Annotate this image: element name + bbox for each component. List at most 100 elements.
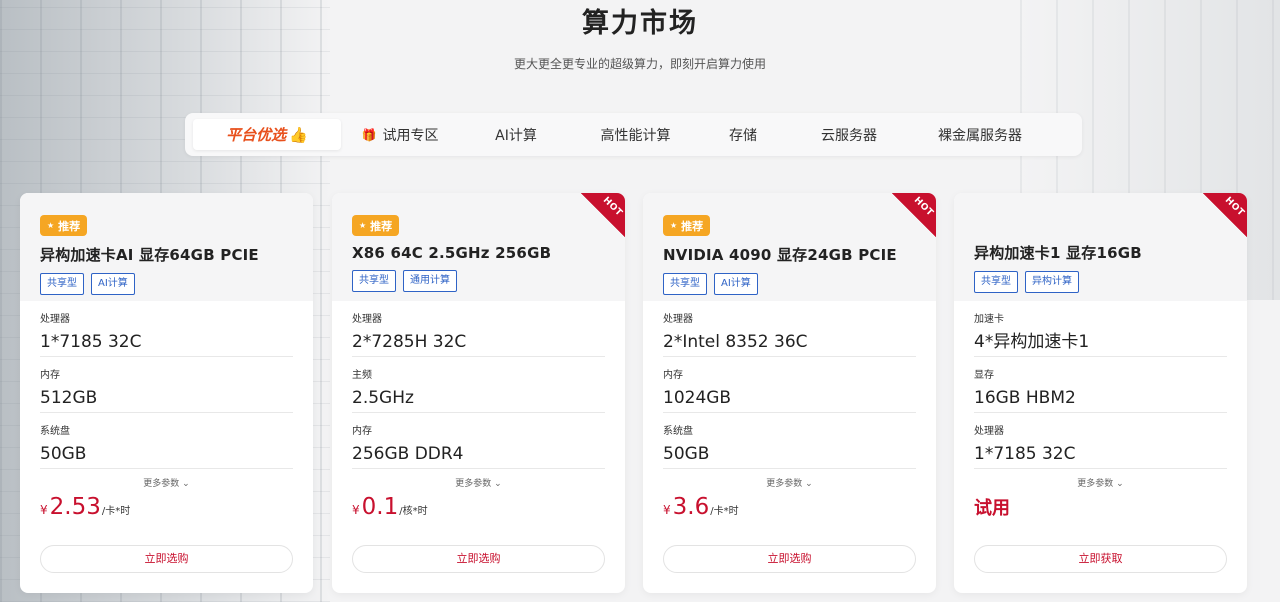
spec-row: 显存 16GB HBM2 — [974, 357, 1227, 413]
product-card: HOT 异构加速卡1 显存16GB 共享型 异构计算 加速卡 4*异构加速卡1 … — [954, 193, 1247, 593]
tab-label: 裸金属服务器 — [938, 127, 1022, 144]
tab-trial-zone[interactable]: 🎁 试用专区 — [341, 119, 459, 150]
get-now-button[interactable]: 立即获取 — [974, 545, 1227, 573]
tab-label: AI计算 — [495, 127, 537, 144]
spec-value: 512GB — [40, 388, 98, 408]
buy-now-button[interactable]: 立即选购 — [663, 545, 916, 573]
recommend-badge: ★ 推荐 — [40, 215, 88, 236]
price: ¥ 2.53 /卡*时 — [20, 494, 313, 530]
spec-label: 主频 — [352, 370, 372, 381]
tab-label: 存储 — [729, 127, 757, 144]
chevron-down-icon: ⌄ — [494, 479, 502, 489]
star-icon: ★ — [359, 221, 367, 230]
badge-label: 推荐 — [681, 219, 704, 233]
spec-label: 加速卡 — [974, 314, 1004, 325]
spec-label: 处理器 — [352, 314, 382, 325]
tab-bare-metal[interactable]: 裸金属服务器 — [910, 119, 1050, 150]
tab-label: 高性能计算 — [600, 127, 671, 144]
spec-label: 内存 — [663, 370, 683, 381]
spec-row: 处理器 2*Intel 8352 36C — [663, 301, 916, 357]
tag: 通用计算 — [403, 270, 457, 292]
spec-row: 处理器 1*7185 32C — [974, 413, 1227, 469]
more-label: 更多参数 — [143, 479, 180, 489]
price: 试用 — [954, 494, 1247, 530]
product-name: X86 64C 2.5GHz 256GB — [352, 244, 552, 262]
spec-label: 显存 — [974, 370, 994, 381]
hot-label: HOT — [600, 195, 625, 219]
chevron-down-icon: ⌄ — [182, 479, 190, 489]
page-subtitle: 更大更全更专业的超级算力，即刻开启算力使用 — [513, 57, 766, 71]
tab-cloud-server[interactable]: 云服务器 — [788, 119, 910, 150]
spec-row: 内存 1024GB — [663, 357, 916, 413]
product-card: HOT ★ 推荐 X86 64C 2.5GHz 256GB 共享型 通用计算 处理… — [332, 193, 625, 593]
spec-value: 256GB DDR4 — [352, 444, 464, 464]
price: ¥ 3.6 /卡*时 — [643, 494, 936, 530]
hot-ribbon: HOT — [892, 193, 936, 237]
spec-row: 主频 2.5GHz — [352, 357, 605, 413]
spec-label: 处理器 — [974, 426, 1004, 437]
tab-platform-picks[interactable]: 平台优选 👍 — [193, 119, 341, 150]
price-unit: /卡*时 — [710, 506, 739, 517]
spec-label: 处理器 — [40, 314, 70, 325]
more-params-toggle[interactable]: 更多参数 ⌄ — [643, 476, 936, 489]
hot-ribbon: HOT — [581, 193, 625, 237]
spec-row: 处理器 2*7285H 32C — [352, 301, 605, 357]
more-params-toggle[interactable]: 更多参数 ⌄ — [332, 476, 625, 489]
spec-list: 处理器 2*7285H 32C 主频 2.5GHz 内存 256GB DDR4 — [332, 301, 625, 469]
currency-symbol: ¥ — [352, 503, 360, 517]
spec-value: 50GB — [663, 444, 710, 464]
more-params-toggle[interactable]: 更多参数 ⌄ — [954, 476, 1247, 489]
spec-value: 2*7285H 32C — [352, 332, 467, 352]
tag: 共享型 — [974, 271, 1018, 293]
spec-row: 系统盘 50GB — [663, 413, 916, 469]
card-header: ★ 推荐 异构加速卡AI 显存64GB PCIE 共享型 AI计算 — [20, 193, 313, 301]
tag: 共享型 — [40, 273, 84, 295]
tab-hpc[interactable]: 高性能计算 — [573, 119, 698, 150]
tag: AI计算 — [91, 273, 135, 295]
spec-row: 处理器 1*7185 32C — [40, 301, 293, 357]
currency-symbol: ¥ — [663, 503, 671, 517]
page-title: 算力市场 — [582, 8, 698, 39]
chevron-down-icon: ⌄ — [1116, 479, 1124, 489]
tag-list: 共享型 通用计算 — [352, 270, 605, 292]
star-icon: ★ — [670, 221, 678, 230]
price-unit: /核*时 — [399, 506, 428, 517]
tag: 共享型 — [663, 273, 707, 295]
tag-list: 共享型 AI计算 — [663, 273, 916, 295]
spec-value: 50GB — [40, 444, 87, 464]
tab-storage[interactable]: 存储 — [698, 119, 788, 150]
trial-label: 试用 — [974, 498, 1010, 519]
star-icon: ★ — [47, 221, 55, 230]
buy-now-button[interactable]: 立即选购 — [352, 545, 605, 573]
tab-ai-compute[interactable]: AI计算 — [459, 119, 573, 150]
product-name: 异构加速卡AI 显存64GB PCIE — [40, 246, 259, 264]
recommend-badge: ★ 推荐 — [663, 215, 711, 236]
chevron-down-icon: ⌄ — [805, 479, 813, 489]
gift-icon: 🎁 — [361, 127, 377, 142]
card-header: HOT ★ 推荐 NVIDIA 4090 显存24GB PCIE 共享型 AI计算 — [643, 193, 936, 301]
product-name: NVIDIA 4090 显存24GB PCIE — [663, 246, 897, 264]
tag: 共享型 — [352, 270, 396, 292]
spec-list: 处理器 2*Intel 8352 36C 内存 1024GB 系统盘 50GB — [643, 301, 936, 469]
product-name: 异构加速卡1 显存16GB — [974, 244, 1142, 262]
price-value: 0.1 — [361, 494, 399, 520]
tag-list: 共享型 异构计算 — [974, 271, 1227, 293]
currency-symbol: ¥ — [40, 503, 48, 517]
price-value: 2.53 — [49, 494, 101, 520]
more-label: 更多参数 — [455, 479, 492, 489]
more-label: 更多参数 — [1077, 479, 1114, 489]
spec-row: 加速卡 4*异构加速卡1 — [974, 301, 1227, 357]
tag: 异构计算 — [1025, 271, 1079, 293]
tab-label: 平台优选 — [226, 126, 287, 144]
recommend-badge: ★ 推荐 — [352, 215, 400, 236]
hot-label: HOT — [1222, 195, 1247, 219]
tag-list: 共享型 AI计算 — [40, 273, 293, 295]
card-header: HOT 异构加速卡1 显存16GB 共享型 异构计算 — [954, 193, 1247, 301]
more-params-toggle[interactable]: 更多参数 ⌄ — [20, 476, 313, 489]
buy-now-button[interactable]: 立即选购 — [40, 545, 293, 573]
spec-list: 加速卡 4*异构加速卡1 显存 16GB HBM2 处理器 1*7185 32C — [954, 301, 1247, 469]
badge-label: 推荐 — [370, 219, 393, 233]
product-card-list: ★ 推荐 异构加速卡AI 显存64GB PCIE 共享型 AI计算 处理器 1*7… — [20, 193, 1260, 593]
price: ¥ 0.1 /核*时 — [332, 494, 625, 530]
spec-row: 系统盘 50GB — [40, 413, 293, 469]
